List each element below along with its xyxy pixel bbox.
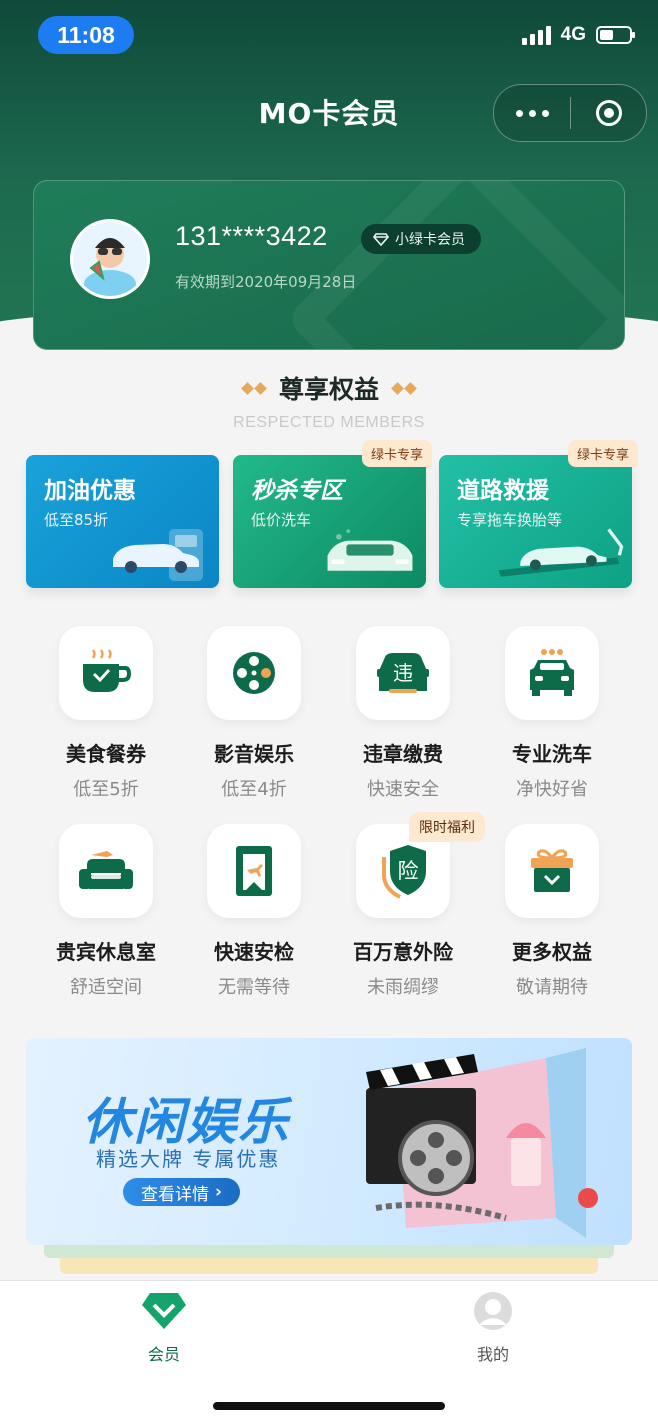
benefit-name: 违章缴费 — [363, 742, 443, 766]
benefit-desc: 无需等待 — [218, 977, 290, 998]
home-indicator — [213, 1402, 445, 1410]
coffee-icon — [83, 649, 132, 692]
benefit-car-wash[interactable]: 专业洗车 净快好省 — [477, 626, 627, 801]
member-card[interactable]: 131****3422 小绿卡会员 有效期到2020年09月28日 — [33, 180, 625, 350]
benefit-desc: 净快好省 — [516, 779, 588, 800]
mini-program-capsule — [493, 84, 647, 142]
promo-title: 秒杀专区 — [251, 478, 343, 504]
tab-label: 会员 — [147, 1345, 180, 1364]
benefit-desc: 舒适空间 — [70, 977, 142, 998]
diamond-icon — [373, 232, 389, 246]
network-type: 4G — [560, 24, 586, 45]
user-profile-icon — [474, 1292, 512, 1330]
car-wash-icon — [530, 649, 574, 696]
benefit-name: 影音娱乐 — [214, 742, 294, 766]
tab-member[interactable]: 会员 — [104, 1291, 224, 1365]
member-level-badge: 小绿卡会员 — [361, 224, 481, 254]
exclusive-tag: 绿卡专享 — [568, 440, 639, 467]
benefit-desc: 敬请期待 — [516, 977, 588, 998]
tab-label: 我的 — [476, 1345, 509, 1364]
benefit-name: 贵宾休息室 — [56, 940, 156, 964]
tow-truck-icon — [498, 528, 624, 577]
benefit-violation-payment[interactable]: 违 违章缴费 快速安全 — [328, 626, 478, 801]
promo-card-road-rescue[interactable]: 道路救援 专享拖车换胎等 — [439, 455, 632, 588]
benefit-desc: 快速安全 — [367, 779, 439, 800]
leisure-banner[interactable]: 休闲娱乐 精选大牌 专属优惠 查看详情 › — [26, 1038, 632, 1245]
battery-icon — [596, 26, 635, 44]
benefit-entertainment[interactable]: 影音娱乐 低至4折 — [179, 626, 329, 801]
benefit-desc: 低至5折 — [73, 779, 139, 800]
member-level-label: 小绿卡会员 — [395, 232, 465, 248]
member-diamond-icon — [142, 1293, 186, 1329]
tab-mine[interactable]: 我的 — [433, 1291, 553, 1365]
member-phone: 131****3422 — [175, 221, 328, 251]
decor-diamonds-left — [241, 381, 267, 395]
expiry-date: 有效期到2020年09月28日 — [175, 273, 357, 291]
chevron-right-icon: › — [215, 1182, 223, 1202]
benefit-icon-box — [59, 626, 153, 720]
more-icon[interactable] — [494, 109, 570, 117]
close-icon[interactable] — [571, 100, 646, 126]
benefit-vip-lounge[interactable]: 贵宾休息室 舒适空间 — [31, 824, 181, 999]
promo-card-flash-sale[interactable]: 秒杀专区 低价洗车 — [233, 455, 426, 588]
benefit-icon-box — [505, 626, 599, 720]
benefit-name: 专业洗车 — [512, 742, 592, 766]
benefit-name: 更多权益 — [512, 940, 592, 964]
decor-diamonds-right — [391, 381, 417, 395]
benefit-icon-box: 违 — [356, 626, 450, 720]
section-header: 尊享权益 RESPECTED MEMBERS — [0, 370, 658, 432]
car-wash-car-icon — [327, 529, 413, 571]
section-title: 尊享权益 — [278, 375, 379, 404]
benefit-more[interactable]: 更多权益 敬请期待 — [477, 824, 627, 999]
limited-time-tag: 限时福利 — [409, 812, 485, 842]
signal-icon — [521, 25, 551, 45]
benefit-icon-box — [59, 824, 153, 918]
benefit-icon-box — [207, 626, 301, 720]
benefit-fast-security[interactable]: 快速安检 无需等待 — [179, 824, 329, 999]
view-details-label: 查看详情 — [141, 1184, 209, 1205]
benefit-name: 美食餐券 — [66, 742, 146, 766]
card-decoration — [284, 181, 624, 349]
promo-subtitle: 低至85折 — [44, 511, 109, 529]
film-reel-icon — [233, 652, 275, 694]
benefit-food-coupon[interactable]: 美食餐券 低至5折 — [31, 626, 181, 801]
security-gate-icon — [236, 846, 272, 896]
gas-station-car-icon — [113, 529, 203, 581]
movie-clapper-illustration — [366, 1048, 598, 1238]
status-indicators: 4G — [521, 24, 635, 46]
exclusive-tag: 绿卡专享 — [362, 440, 433, 467]
section-subtitle: RESPECTED MEMBERS — [233, 414, 425, 431]
violation-car-icon: 违 — [377, 653, 429, 693]
status-time: 11:08 — [38, 16, 134, 54]
promo-card-fuel[interactable]: 加油优惠 低至85折 — [26, 455, 219, 588]
promo-title: 道路救援 — [457, 478, 549, 504]
lounge-sofa-icon — [79, 851, 133, 889]
avatar[interactable] — [70, 219, 150, 299]
insurance-shield-icon: 险 — [382, 845, 426, 899]
benefit-icon-box — [207, 824, 301, 918]
promo-title: 加油优惠 — [44, 478, 136, 504]
view-details-button[interactable]: 查看详情 › — [123, 1178, 241, 1206]
gift-box-icon — [531, 849, 573, 892]
benefit-desc: 低至4折 — [221, 779, 287, 800]
benefit-icon-box — [505, 824, 599, 918]
insurance-char: 险 — [398, 859, 419, 883]
benefit-desc: 未雨绸缪 — [367, 977, 439, 998]
violation-char: 违 — [393, 661, 413, 685]
benefit-accident-insurance[interactable]: 险 百万意外险 未雨绸缪 — [328, 824, 478, 999]
banner-subtitle: 精选大牌 专属优惠 — [96, 1147, 281, 1171]
benefit-name: 百万意外险 — [353, 940, 453, 964]
promo-subtitle: 低价洗车 — [251, 511, 312, 529]
benefit-name: 快速安检 — [214, 940, 294, 964]
